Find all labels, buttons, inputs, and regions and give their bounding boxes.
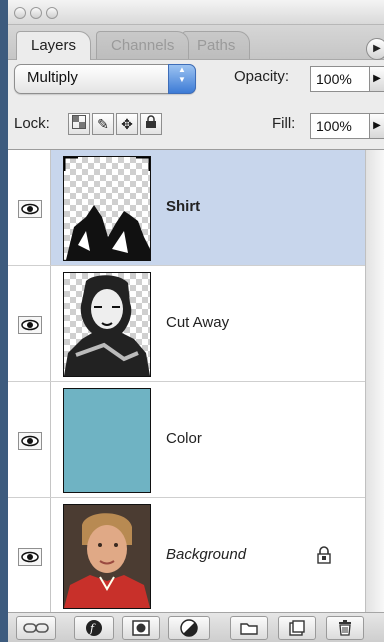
tab-bar: Paths Channels Layers ▶	[8, 25, 384, 60]
delete-layer-button[interactable]	[326, 616, 364, 640]
eye-icon	[18, 548, 42, 566]
updown-arrows-icon: ▲ ▼	[168, 64, 196, 94]
link-icon	[23, 623, 49, 633]
visibility-toggle[interactable]	[8, 498, 51, 613]
padlock-icon	[146, 115, 156, 128]
fill-label: Fill:	[272, 115, 296, 132]
new-layer-button[interactable]	[278, 616, 316, 640]
opacity-slider-button[interactable]: ▶	[369, 66, 384, 92]
layer-row-shirt[interactable]: Shirt	[8, 150, 366, 266]
zoom-window-button[interactable]	[46, 7, 58, 19]
visibility-toggle[interactable]	[8, 266, 51, 381]
layer-row-color[interactable]: Color	[8, 382, 366, 498]
move-icon: ✥	[121, 116, 133, 132]
title-bar	[8, 0, 384, 25]
layers-list: Shirt Cut Away Color Background	[8, 149, 384, 614]
layer-name: Shirt	[166, 198, 201, 215]
layer-thumbnail	[63, 272, 151, 377]
layer-thumbnail	[63, 156, 151, 261]
layer-name: Color	[166, 430, 202, 447]
blend-mode-select[interactable]: Multiply ▲ ▼	[14, 64, 196, 94]
play-arrow-icon: ▶	[373, 43, 381, 54]
play-arrow-icon: ▶	[373, 120, 381, 131]
layer-name: Background	[166, 546, 247, 563]
fill-input[interactable]: 100%	[310, 113, 370, 139]
link-layers-button[interactable]	[16, 616, 56, 640]
minimize-window-button[interactable]	[30, 7, 42, 19]
layer-name: Cut Away	[166, 314, 230, 331]
fill-slider-button[interactable]: ▶	[369, 113, 384, 139]
layers-palette-window: Paths Channels Layers ▶ Multiply ▲ ▼ Opac…	[8, 0, 384, 642]
add-layer-mask-button[interactable]	[122, 616, 160, 640]
new-layer-icon	[289, 620, 305, 636]
opacity-input[interactable]: 100%	[310, 66, 370, 92]
layer-mask-icon	[132, 620, 150, 636]
layer-lock-icon	[317, 546, 331, 564]
eye-icon	[18, 200, 42, 218]
eye-icon	[18, 432, 42, 450]
play-arrow-icon: ▶	[373, 73, 381, 84]
lock-image-button[interactable]: ✎	[92, 113, 114, 135]
layer-row-background[interactable]: Background	[8, 498, 366, 614]
visibility-toggle[interactable]	[8, 150, 51, 265]
palette-menu-button[interactable]: ▶	[366, 38, 384, 60]
tab-layers[interactable]: Layers	[16, 31, 92, 60]
visibility-toggle[interactable]	[8, 382, 51, 497]
layer-thumbnail	[63, 388, 151, 493]
tab-channels[interactable]: Channels	[96, 31, 190, 59]
new-group-icon	[240, 623, 258, 635]
brush-icon: ✎	[97, 116, 109, 132]
trash-icon	[339, 620, 351, 636]
lock-transparency-button[interactable]	[68, 113, 90, 135]
adjustment-layer-icon	[180, 619, 198, 637]
close-window-button[interactable]	[14, 7, 26, 19]
checkerboard-icon	[72, 115, 86, 129]
tab-paths[interactable]: Paths	[182, 31, 251, 59]
lock-all-button[interactable]	[140, 113, 162, 135]
new-adjustment-layer-button[interactable]	[168, 616, 210, 640]
add-layer-style-button[interactable]: f	[74, 616, 114, 640]
opacity-label: Opacity:	[234, 68, 290, 85]
lock-label: Lock:	[14, 115, 50, 132]
layer-thumbnail	[63, 504, 151, 609]
new-group-button[interactable]	[230, 616, 268, 640]
layer-style-icon: f	[86, 620, 102, 636]
layer-row-cut-away[interactable]: Cut Away	[8, 266, 366, 382]
eye-icon	[18, 316, 42, 334]
layers-toolbar: f	[8, 612, 384, 642]
lock-position-button[interactable]: ✥	[116, 113, 138, 135]
layers-scrollbar[interactable]	[365, 150, 384, 613]
